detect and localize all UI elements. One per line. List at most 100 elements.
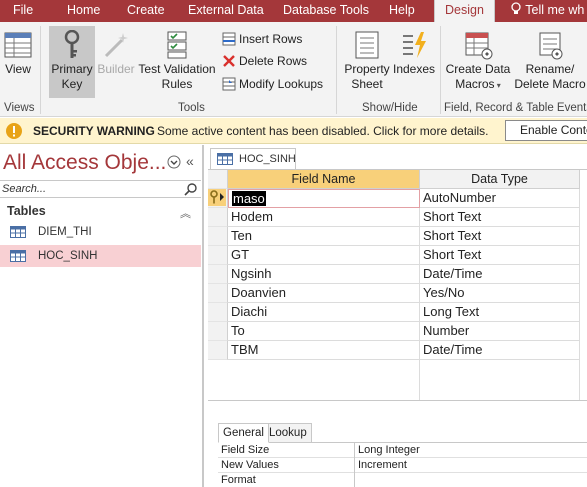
field-name-cell[interactable]: Hodem bbox=[228, 208, 420, 227]
field-name-text: Doanvien bbox=[231, 285, 286, 300]
indexes-button[interactable]: Indexes bbox=[392, 30, 436, 77]
data-type-cell[interactable]: Short Text bbox=[420, 227, 580, 246]
field-name-cell[interactable]: TBM bbox=[228, 341, 420, 360]
primary-key-icon bbox=[64, 30, 80, 58]
row-selector[interactable] bbox=[208, 265, 228, 284]
builder-label: Builder bbox=[97, 62, 135, 76]
tab-design[interactable]: Design bbox=[434, 0, 495, 22]
enable-content-button[interactable]: Enable Conte bbox=[505, 120, 587, 141]
field-name-text: Diachi bbox=[231, 304, 268, 319]
row-selector[interactable] bbox=[208, 341, 228, 360]
view-icon bbox=[4, 32, 32, 58]
nav-pane-title[interactable]: All Access Obje... bbox=[3, 151, 166, 175]
primary-key-row-icon bbox=[208, 189, 226, 206]
modify-lookups-button[interactable]: Modify Lookups bbox=[222, 76, 323, 92]
indexes-icon bbox=[403, 32, 426, 58]
ribbon: View Views Primary Key Builder Test Vali… bbox=[0, 22, 587, 117]
property-value: Increment bbox=[354, 458, 407, 473]
row-selector[interactable] bbox=[208, 189, 228, 208]
field-name-cell[interactable]: GT bbox=[228, 246, 420, 265]
document-tab-hoc-sinh[interactable]: HOC_SINH bbox=[210, 148, 296, 169]
tell-me-search[interactable]: Tell me wh bbox=[510, 0, 584, 22]
row-selector[interactable] bbox=[208, 227, 228, 246]
property-row-field-size[interactable]: Field Size Long Integer bbox=[218, 443, 587, 458]
tab-database-tools[interactable]: Database Tools bbox=[283, 0, 369, 22]
tab-general[interactable]: General bbox=[218, 423, 269, 443]
row-selector[interactable] bbox=[208, 208, 228, 227]
field-name-cell[interactable]: Ngsinh bbox=[228, 265, 420, 284]
field-name-cell[interactable]: To bbox=[228, 322, 420, 341]
divider bbox=[208, 400, 587, 401]
table-icon bbox=[10, 226, 26, 238]
column-header-data-type[interactable]: Data Type bbox=[420, 170, 580, 189]
field-name-text: Hodem bbox=[231, 209, 273, 224]
field-name-cell[interactable]: Ten bbox=[228, 227, 420, 246]
property-row-new-values[interactable]: New Values Increment bbox=[218, 458, 587, 473]
test-validation-rules-button[interactable]: Test Validation Rules bbox=[138, 30, 216, 92]
nav-search-input[interactable] bbox=[0, 181, 180, 197]
grid-corner[interactable] bbox=[208, 170, 228, 189]
primary-key-button[interactable]: Primary Key bbox=[49, 26, 95, 98]
magic-wand-icon bbox=[104, 33, 128, 58]
property-value bbox=[354, 473, 358, 487]
nav-section-tables[interactable]: Tables bbox=[7, 204, 46, 218]
security-warning-bar: SECURITY WARNING Some active content has… bbox=[0, 118, 587, 144]
tab-help[interactable]: Help bbox=[389, 0, 415, 22]
view-label: View bbox=[5, 62, 31, 76]
property-label: Field Size bbox=[221, 444, 270, 456]
nav-dropdown-icon[interactable] bbox=[167, 155, 181, 169]
data-type-cell[interactable]: Date/Time bbox=[420, 341, 580, 360]
group-tools-label: Tools bbox=[178, 102, 205, 114]
view-button[interactable]: View bbox=[2, 30, 34, 77]
group-events-label: Field, Record & Table Events bbox=[444, 102, 587, 114]
grid-empty-area[interactable] bbox=[228, 360, 420, 400]
property-sheet-button[interactable]: Property Sheet bbox=[342, 30, 392, 92]
collapse-pane-icon[interactable]: « bbox=[186, 153, 194, 169]
property-row-format[interactable]: Format bbox=[218, 473, 587, 487]
chevron-up-icon[interactable]: ︽ bbox=[180, 205, 191, 221]
create-data-macros-button[interactable]: Create Data Macros ▾ bbox=[444, 30, 512, 93]
property-label: New Values bbox=[221, 459, 279, 471]
field-name-text: To bbox=[231, 323, 245, 338]
property-sheet-icon bbox=[355, 31, 379, 59]
insert-rows-button[interactable]: Insert Rows bbox=[222, 31, 302, 47]
data-type-cell[interactable]: Short Text bbox=[420, 208, 580, 227]
grid-empty-area[interactable] bbox=[420, 360, 580, 400]
modify-lookups-icon bbox=[222, 77, 236, 91]
row-selector[interactable] bbox=[208, 322, 228, 341]
security-warning-message[interactable]: Some active content has been disabled. C… bbox=[157, 124, 489, 138]
create-data-macros-label-1: Create Data bbox=[445, 62, 511, 76]
property-value: Long Integer bbox=[354, 443, 420, 458]
data-type-cell[interactable]: AutoNumber bbox=[420, 189, 580, 208]
nav-item-diem-thi[interactable]: DIEM_THI bbox=[0, 221, 201, 243]
delete-rows-button[interactable]: Delete Rows bbox=[222, 53, 307, 69]
rename-delete-macro-button[interactable]: Rename/ Delete Macro bbox=[513, 30, 587, 92]
field-name-cell[interactable]: Doanvien bbox=[228, 284, 420, 303]
builder-button[interactable]: Builder bbox=[96, 30, 136, 77]
tab-lookup[interactable]: Lookup bbox=[264, 423, 312, 443]
tab-home[interactable]: Home bbox=[67, 0, 100, 22]
data-type-cell[interactable]: Date/Time bbox=[420, 265, 580, 284]
field-name-cell[interactable]: maso bbox=[228, 189, 420, 208]
primary-key-label-1: Primary bbox=[51, 62, 93, 76]
table-design-view: Field Name Data Type maso AutoNumber Hodem… bbox=[208, 169, 587, 487]
tab-create[interactable]: Create bbox=[127, 0, 165, 22]
data-type-cell[interactable]: Yes/No bbox=[420, 284, 580, 303]
tell-me-label: Tell me wh bbox=[525, 3, 585, 17]
data-type-cell[interactable]: Number bbox=[420, 322, 580, 341]
column-header-field-name[interactable]: Field Name bbox=[228, 170, 420, 189]
nav-item-hoc-sinh[interactable]: HOC_SINH bbox=[0, 245, 201, 267]
tab-external-data[interactable]: External Data bbox=[188, 0, 264, 22]
table-icon bbox=[10, 250, 26, 262]
insert-rows-icon bbox=[222, 32, 236, 46]
tab-file[interactable]: File bbox=[13, 0, 33, 22]
field-name-cell[interactable]: Diachi bbox=[228, 303, 420, 322]
data-type-cell[interactable]: Long Text bbox=[420, 303, 580, 322]
row-selector[interactable] bbox=[208, 303, 228, 322]
field-name-text: TBM bbox=[231, 342, 259, 357]
row-selector[interactable] bbox=[208, 246, 228, 265]
search-icon[interactable] bbox=[184, 182, 198, 196]
document-tab-label: HOC_SINH bbox=[239, 153, 296, 165]
data-type-cell[interactable]: Short Text bbox=[420, 246, 580, 265]
row-selector[interactable] bbox=[208, 284, 228, 303]
